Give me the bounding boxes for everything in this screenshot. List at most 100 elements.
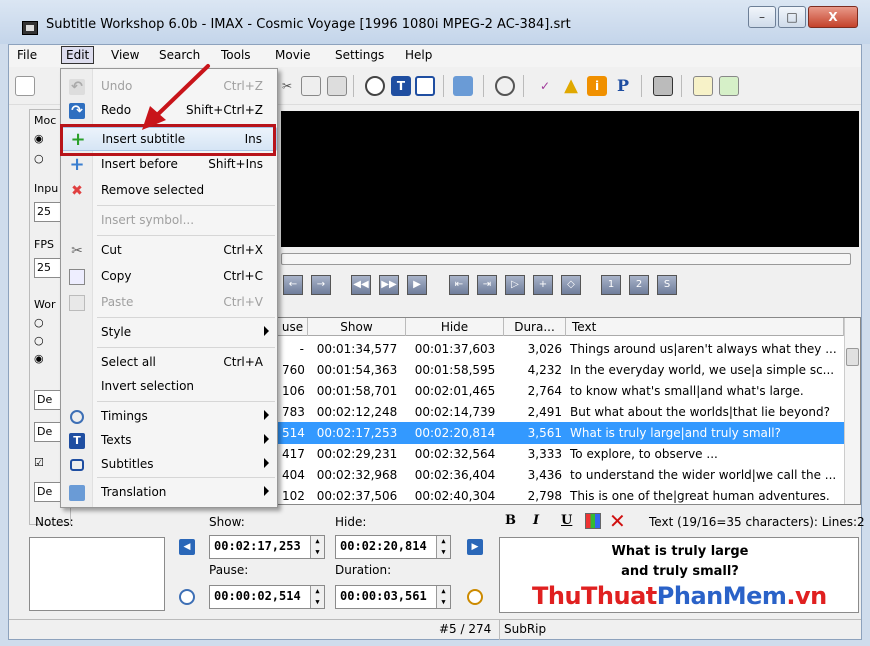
pascal-toolbar-icon[interactable]: P bbox=[613, 76, 633, 96]
cell-duration: 3,026 bbox=[527, 342, 562, 356]
table-row[interactable]: 760 00:01:54,363 00:01:58,595 4,232 In the e… bbox=[278, 359, 844, 381]
menu-item-insert-symbol[interactable]: Insert symbol... bbox=[61, 209, 277, 233]
table-row[interactable]: -00:01:34,577 00:01:37,603 3,026 Things aro… bbox=[278, 338, 844, 360]
pause-time-field[interactable]: 00:00:02,514 ▲ ▼ bbox=[209, 585, 325, 609]
menu-item-subtitles[interactable]: Subtitles bbox=[61, 453, 277, 477]
video-toolbar-icon[interactable] bbox=[653, 76, 673, 96]
pause-spinner[interactable]: ▲ ▼ bbox=[310, 586, 324, 608]
menu-item-select-all[interactable]: Select all Ctrl+A bbox=[61, 351, 277, 375]
speed-s-button[interactable]: S bbox=[657, 275, 677, 295]
hide-spinner[interactable]: ▲ ▼ bbox=[436, 536, 450, 558]
spellcheck-toolbar-icon[interactable]: ✓ bbox=[535, 76, 555, 96]
search-toolbar-icon[interactable] bbox=[495, 76, 515, 96]
menu-item-invert-selection[interactable]: Invert selection bbox=[61, 375, 277, 399]
table-row[interactable]: 404 00:02:32,968 00:02:36,404 3,436 to under… bbox=[278, 464, 844, 486]
start-marker-button[interactable]: ▷ bbox=[505, 275, 525, 295]
duration-clock-icon[interactable] bbox=[467, 589, 483, 605]
menu-item-remove-selected[interactable]: ✖ Remove selected bbox=[61, 179, 277, 203]
set-end-button[interactable]: ⇥ bbox=[477, 275, 497, 295]
fast-forward-button[interactable]: ▶▶ bbox=[379, 275, 399, 295]
bold-button[interactable]: B bbox=[505, 513, 516, 528]
table-row[interactable]: 102 00:02:37,506 00:02:40,304 2,798 This is … bbox=[278, 485, 844, 504]
set-start-button[interactable]: ⇤ bbox=[449, 275, 469, 295]
close-button[interactable]: X bbox=[808, 6, 858, 28]
remove-formatting-icon[interactable]: ✕ bbox=[609, 509, 626, 533]
cell-text: to understand the wider world|we call th… bbox=[570, 468, 837, 482]
header-text[interactable]: Text bbox=[566, 318, 844, 336]
text-toolbar-icon[interactable]: T bbox=[391, 76, 411, 96]
work-radio-2[interactable]: ○ bbox=[34, 334, 44, 347]
checkbox[interactable]: ☑ bbox=[34, 456, 44, 469]
translate-toolbar-icon[interactable] bbox=[453, 76, 473, 96]
underline-button[interactable]: U bbox=[561, 513, 572, 528]
table-row[interactable]: 417 00:02:29,231 00:02:32,564 3,333 To explo… bbox=[278, 443, 844, 465]
hide-time-field[interactable]: 00:02:20,814 ▲ ▼ bbox=[335, 535, 451, 559]
add-subtitle-button[interactable]: + bbox=[533, 275, 553, 295]
menu-item-copy[interactable]: Copy Ctrl+C bbox=[61, 265, 277, 289]
menu-edit[interactable]: Edit bbox=[61, 46, 95, 64]
previous-subtitle-icon[interactable]: ◀ bbox=[179, 539, 195, 555]
speed-2-button[interactable]: 2 bbox=[629, 275, 649, 295]
italic-button[interactable]: I bbox=[533, 513, 539, 528]
cell-show: 00:01:54,363 bbox=[316, 363, 398, 377]
notes-textarea[interactable] bbox=[29, 537, 165, 611]
copy-toolbar-icon[interactable] bbox=[301, 76, 321, 96]
menu-item-insert-before[interactable]: + Insert before Shift+Ins bbox=[61, 153, 277, 177]
cut-toolbar-icon[interactable]: ✂ bbox=[277, 76, 297, 96]
delay-button[interactable]: ◇ bbox=[561, 275, 581, 295]
menu-item-timings[interactable]: Timings bbox=[61, 405, 277, 429]
info-toolbar-icon[interactable]: i bbox=[587, 76, 607, 96]
table-row[interactable]: 106 00:01:58,701 00:02:01,465 2,764 to know … bbox=[278, 380, 844, 402]
work-radio-3[interactable]: ◉ bbox=[34, 352, 44, 365]
menu-item-cut[interactable]: ✂ Cut Ctrl+X bbox=[61, 239, 277, 263]
video-preview[interactable] bbox=[281, 111, 859, 247]
forward-button[interactable]: → bbox=[311, 275, 331, 295]
grid-scrollbar[interactable] bbox=[844, 318, 860, 504]
show-time-field[interactable]: 00:02:17,253 ▲ ▼ bbox=[209, 535, 325, 559]
speed-1-button[interactable]: 1 bbox=[601, 275, 621, 295]
menu-item-style[interactable]: Style bbox=[61, 321, 277, 345]
menu-item-translation[interactable]: Translation bbox=[61, 481, 277, 505]
mode-radio-1[interactable]: ◉ bbox=[34, 132, 44, 145]
header-hide[interactable]: Hide bbox=[406, 318, 504, 336]
warning-toolbar-icon[interactable]: ▲ bbox=[561, 76, 581, 96]
menu-movie[interactable]: Movie bbox=[275, 48, 311, 62]
rewind-button[interactable]: ◀◀ bbox=[351, 275, 371, 295]
doc-check-toolbar-icon[interactable] bbox=[719, 76, 739, 96]
table-row[interactable]: 514 00:02:17,253 00:02:20,814 3,561 What is … bbox=[278, 422, 844, 444]
next-subtitle-icon[interactable]: ▶ bbox=[467, 539, 483, 555]
paste-toolbar-icon[interactable] bbox=[327, 76, 347, 96]
cell-duration: 2,764 bbox=[527, 384, 562, 398]
menu-help[interactable]: Help bbox=[405, 48, 432, 62]
show-spinner[interactable]: ▲ ▼ bbox=[310, 536, 324, 558]
menu-separator bbox=[97, 317, 275, 318]
menu-file[interactable]: File bbox=[17, 48, 37, 62]
cell-hide: 00:02:40,304 bbox=[414, 489, 496, 503]
doc-toolbar-icon[interactable] bbox=[693, 76, 713, 96]
header-duration[interactable]: Dura... bbox=[504, 318, 566, 336]
redo-icon: ↷ bbox=[69, 103, 85, 119]
back-button[interactable]: ← bbox=[283, 275, 303, 295]
pause-clock-icon[interactable] bbox=[179, 589, 195, 605]
step-button[interactable]: ▶ bbox=[407, 275, 427, 295]
work-radio-1[interactable]: ○ bbox=[34, 316, 44, 329]
duration-spinner[interactable]: ▲ ▼ bbox=[436, 586, 450, 608]
header-pause[interactable]: use bbox=[278, 318, 308, 336]
duration-time-field[interactable]: 00:00:03,561 ▲ ▼ bbox=[335, 585, 451, 609]
header-show[interactable]: Show bbox=[308, 318, 406, 336]
color-palette-icon[interactable] bbox=[585, 513, 601, 529]
seek-bar[interactable] bbox=[281, 253, 851, 265]
menu-item-paste[interactable]: Paste Ctrl+V bbox=[61, 291, 277, 315]
cut-label: Cut bbox=[101, 243, 122, 257]
menu-settings[interactable]: Settings bbox=[335, 48, 384, 62]
new-file-icon[interactable] bbox=[15, 76, 35, 96]
maximize-button[interactable]: □ bbox=[778, 6, 806, 28]
cell-hide: 00:02:36,404 bbox=[414, 468, 496, 482]
subtitle-toolbar-icon[interactable] bbox=[415, 76, 435, 96]
mode-radio-2[interactable]: ○ bbox=[34, 152, 44, 165]
minimize-button[interactable]: – bbox=[748, 6, 776, 28]
scroll-thumb[interactable] bbox=[846, 348, 859, 366]
menu-item-texts[interactable]: T Texts bbox=[61, 429, 277, 453]
clock-toolbar-icon[interactable] bbox=[365, 76, 385, 96]
table-row[interactable]: 783 00:02:12,248 00:02:14,739 2,491 But what… bbox=[278, 401, 844, 423]
